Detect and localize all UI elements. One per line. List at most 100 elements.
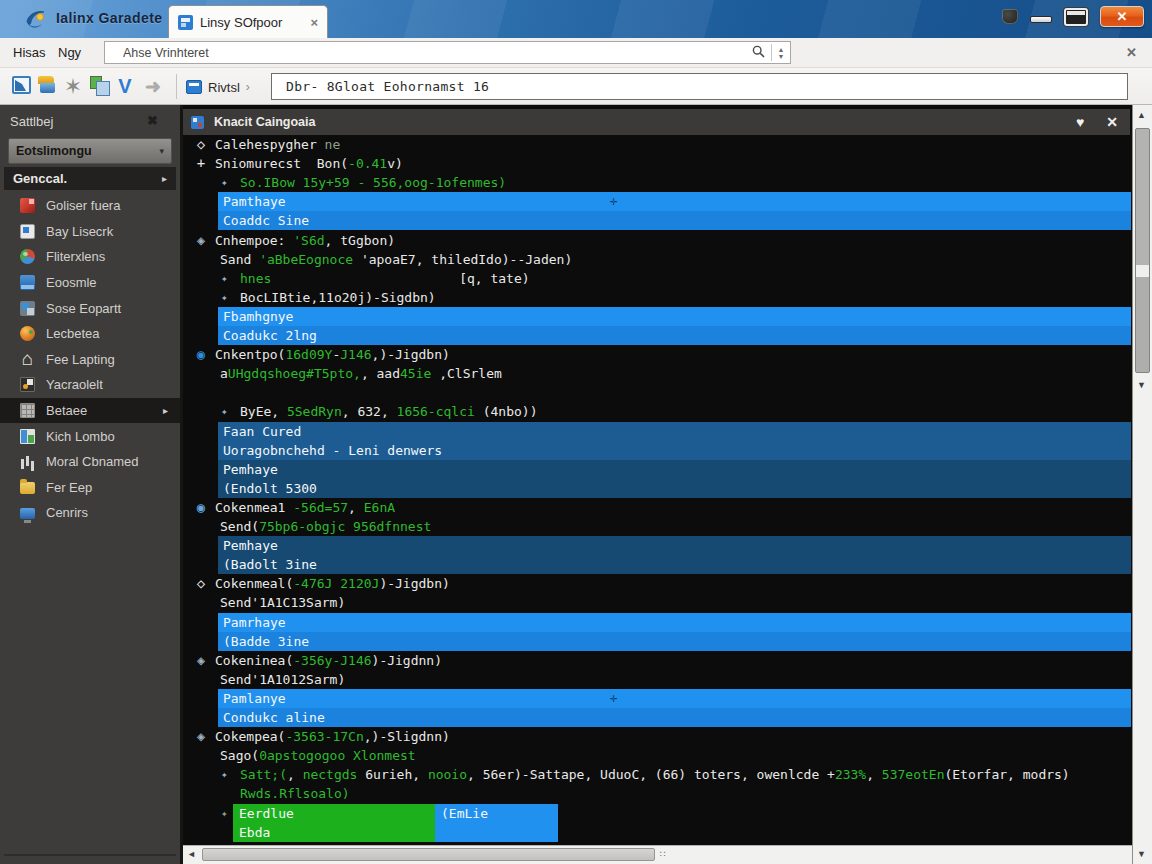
highlight-row[interactable]: Pemhaye xyxy=(218,460,1131,479)
bullet-icon: ✦ xyxy=(221,173,228,192)
highlight-row[interactable]: Pamrhaye xyxy=(218,613,1131,632)
trace-line[interactable]: Ebda xyxy=(183,823,1132,842)
search-input[interactable] xyxy=(105,46,745,60)
chevron-down-icon: ▾ xyxy=(159,146,164,156)
vee-icon[interactable]: V xyxy=(114,76,136,98)
trace-line[interactable]: ✦So.IBow 15y+59 - 556,oog-1ofenmes) xyxy=(183,173,1132,192)
sidebar-item-label: Fee Lapting xyxy=(46,352,115,367)
panel-close-icon[interactable]: ✕ xyxy=(1106,114,1118,130)
green-text-segment: -56d=57 xyxy=(293,500,348,515)
sidebar-item-eoosmle[interactable]: Eoosmle xyxy=(0,270,180,296)
maximize-button[interactable] xyxy=(1064,8,1088,26)
star-icon[interactable]: ✶ xyxy=(62,76,84,98)
search-icon[interactable] xyxy=(745,44,771,62)
text-segment: ,)-Sligdnn) xyxy=(364,729,450,744)
sidebar-item-moral-cbnamed[interactable]: Moral Cbnamed xyxy=(0,449,180,475)
trace-text: Sago(0apstogogoo Xlonmest xyxy=(220,746,416,765)
sidebar-section-header[interactable]: Genccal. ▸ xyxy=(4,167,176,190)
highlight-row[interactable]: Pemhaye xyxy=(218,536,1131,555)
trace-line[interactable]: ✦BocLIBtie,11o20j)-Sigdbn) xyxy=(183,288,1132,307)
trace-line[interactable]: ◇Calehespygher ne xyxy=(183,135,1132,154)
highlight-row[interactable]: Fbamhgnye xyxy=(218,307,1131,326)
trace-line[interactable]: Send'1A1C13Sarm) xyxy=(183,593,1132,612)
copy-icon[interactable] xyxy=(90,76,112,98)
trace-line[interactable]: Rwds.Rflsoalo) xyxy=(183,784,1132,803)
search-nav-arrows-icon[interactable]: ▲▼ xyxy=(772,46,790,60)
scroll-left-icon[interactable]: ◄ xyxy=(187,849,196,859)
minimize-button[interactable] xyxy=(1030,16,1052,23)
green-text-segment: 16d09Y xyxy=(285,347,332,362)
sidebar-item-kich-lombo[interactable]: Kich Lombo xyxy=(0,423,180,449)
trace-line[interactable]: Send(75bp6-obgjc 956dfnnest xyxy=(183,517,1132,536)
chart-folder-icon[interactable] xyxy=(38,76,60,98)
trace-line[interactable]: ✦ByEe, 5SedRyn, 632, 1656-cqlci (4nbo)) xyxy=(183,402,1132,421)
trace-line[interactable]: ◈Cnhempoe: 'S6d, tGgbon) xyxy=(183,231,1132,250)
trace-line[interactable]: Sago(0apstogogoo Xlonmest xyxy=(183,746,1132,765)
sidebar-item-bay-lisecrk[interactable]: Bay Lisecrk xyxy=(0,219,180,245)
trace-line[interactable]: ✦Satt;(, nectgds 6urieh, nooio, 56er)-Sa… xyxy=(183,765,1132,784)
highlight-row[interactable]: Condukc aline xyxy=(218,708,1131,727)
green-text-segment: 5SedRyn xyxy=(287,404,342,419)
horizontal-scroll-thumb[interactable] xyxy=(202,848,655,861)
text-segment: ByEe, xyxy=(240,404,287,419)
document-tab[interactable]: Linsy SOfpoor × xyxy=(168,5,328,38)
highlight-row[interactable]: Faan Cured xyxy=(218,422,1131,441)
green-cell[interactable]: Eerdlue xyxy=(233,804,435,823)
heart-icon[interactable]: ♥ xyxy=(1076,114,1084,130)
highlight-row[interactable]: Pamthaye✛ xyxy=(218,192,1131,211)
sidebar-item-fliterxlens[interactable]: Fliterxlens xyxy=(0,244,180,270)
searchbar-close-icon[interactable]: ✕ xyxy=(1126,45,1137,60)
sidebar-item-label: Eoosmle xyxy=(46,275,97,290)
address-box xyxy=(271,73,1128,100)
highlight-row[interactable]: Uoragobnchehd - Leni denwers xyxy=(218,441,1131,460)
green-cell[interactable]: Ebda xyxy=(233,823,435,842)
sidebar-item-cenrirs[interactable]: Cenrirs xyxy=(0,500,180,526)
vertical-scroll-thumb[interactable] xyxy=(1135,128,1150,373)
sidebar-item-sose-eopartt[interactable]: Sose Eopartt xyxy=(0,295,180,321)
highlight-row[interactable]: Coaddc Sine xyxy=(218,211,1131,230)
trace-line[interactable]: +Sniomurecst Bon(-0.41v) xyxy=(183,154,1132,173)
sidebar-item-lecbetea[interactable]: Lecbetea xyxy=(0,321,180,347)
trace-line[interactable]: ◇Cokenmeal(-476J 2120J)-Jigdbn) xyxy=(183,574,1132,593)
highlight-row[interactable]: Coadukc 2lng xyxy=(218,326,1131,345)
highlight-row[interactable]: (Endolt 5300 xyxy=(218,479,1131,498)
address-input[interactable] xyxy=(272,74,1127,99)
scroll-down-icon[interactable]: ▼ xyxy=(1137,380,1146,390)
sidebar-item-fee-lapting[interactable]: ⌂Fee Lapting xyxy=(0,347,180,373)
menu-item-2[interactable]: Ngy xyxy=(58,45,81,60)
blue-cell[interactable] xyxy=(435,823,558,842)
sidebar-item-label: Kich Lombo xyxy=(46,429,115,444)
trace-line[interactable]: Sand 'aBbeEognoce 'apoaE7, thiledIdo)--J… xyxy=(183,250,1132,269)
trace-line[interactable]: ✦Eerdlue(EmLie xyxy=(183,804,1132,823)
highlight-row[interactable]: Pamlanye✛ xyxy=(218,689,1131,708)
forward-arrow-icon[interactable]: ➜ xyxy=(142,76,164,98)
sidebar-pin-icon[interactable]: ✖ xyxy=(147,113,158,128)
text-segment: v) xyxy=(387,156,403,171)
sidebar-item-goliser-fuera[interactable]: Goliser fuera xyxy=(0,193,180,219)
trace-line[interactable]: ◉Cnkentpo(16d09Y-J146,)-Jigdbn) xyxy=(183,345,1132,364)
close-button[interactable]: ✕ xyxy=(1100,6,1144,27)
green-text-segment: nectgds xyxy=(303,767,358,782)
scroll-bottom-icon[interactable]: ▼ xyxy=(1137,849,1146,859)
sidebar-item-yacraolelt[interactable]: Yacraolelt xyxy=(0,372,180,398)
trace-line[interactable]: aUHgdqshoeg#T5pto,, aad45ie ,ClSrlem xyxy=(183,364,1132,383)
highlight-row[interactable]: (Badde 3ine xyxy=(218,632,1131,651)
green-text-segment: -0.41 xyxy=(348,156,387,171)
trace-line[interactable]: Send'1A1012Sarm) xyxy=(183,670,1132,689)
trace-line[interactable]: ◈Cokempea(-3563-17Cn,)-Sligdnn) xyxy=(183,727,1132,746)
trace-line[interactable]: ✦hnes [q, tate) xyxy=(183,269,1132,288)
tab-close-icon[interactable]: × xyxy=(310,15,318,30)
sidebar-combo[interactable]: Eotslimongu ▾ xyxy=(8,138,172,164)
view-combo[interactable]: Rivtsl › xyxy=(186,76,250,98)
scroll-up-icon[interactable]: ▲ xyxy=(1137,110,1146,120)
new-window-icon[interactable] xyxy=(12,76,34,98)
trace-line[interactable]: ◈Cokeninea(-356y-J146)-Jigdnn) xyxy=(183,651,1132,670)
window-menu-icon[interactable] xyxy=(1002,9,1018,24)
sidebar-item-betaee[interactable]: Betaee▸ xyxy=(0,398,180,424)
menu-item-1[interactable]: Hisas xyxy=(13,45,46,60)
blue-cell[interactable]: (EmLie xyxy=(435,804,558,823)
trace-line[interactable]: ◉Cokenmea1 -56d=57, E6nA xyxy=(183,498,1132,517)
trace-text: BocLIBtie,11o20j)-Sigdbn) xyxy=(240,288,436,307)
sidebar-item-fer-eep[interactable]: Fer Eep xyxy=(0,475,180,501)
highlight-row[interactable]: (Badolt 3ine xyxy=(218,555,1131,574)
